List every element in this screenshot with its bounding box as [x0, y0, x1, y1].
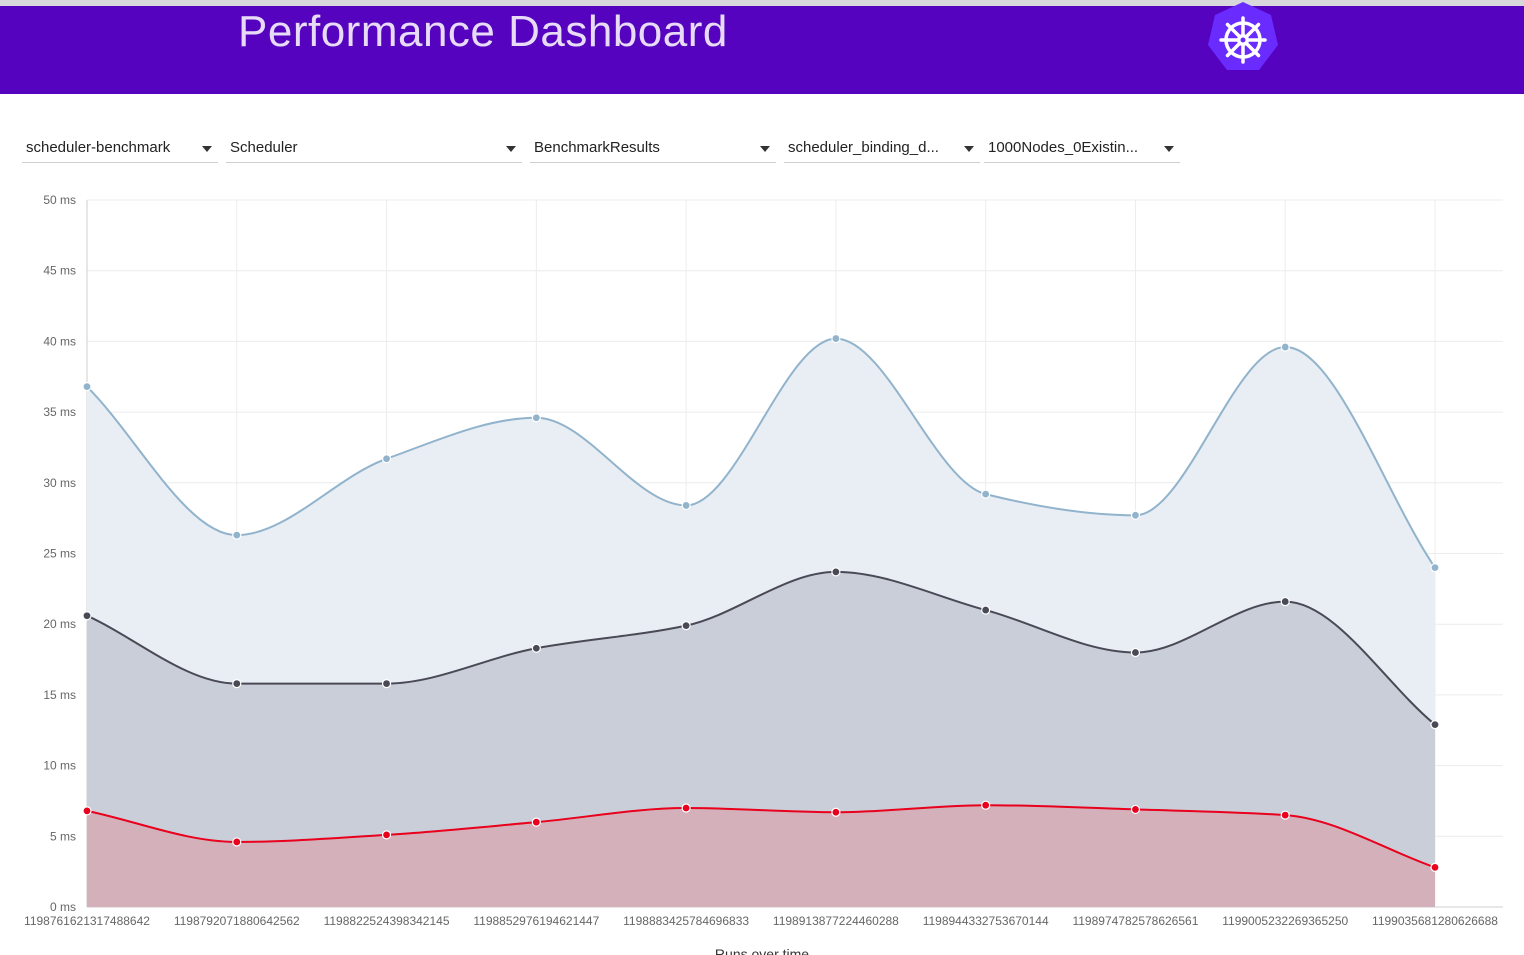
series-0-point [981, 489, 991, 499]
y-tick-label: 20 ms [43, 617, 76, 631]
x-axis-title: Runs over time [715, 946, 809, 955]
benchmark-select[interactable]: scheduler-benchmark [22, 134, 218, 163]
series-1-point [232, 678, 242, 689]
y-tick-label: 30 ms [43, 476, 76, 490]
series-1-point [82, 611, 92, 621]
results-select-value: BenchmarkResults [534, 139, 660, 156]
series-1-point [1280, 596, 1290, 607]
series-2-point [1130, 804, 1141, 815]
results-select[interactable]: BenchmarkResults [530, 134, 776, 163]
series-0-point [82, 382, 92, 392]
chevron-down-icon [964, 146, 974, 152]
benchmark-select-value: scheduler-benchmark [26, 139, 171, 156]
series-2-point [681, 803, 691, 813]
x-tick-label: 1198852976194621447 [473, 914, 599, 928]
series-2-point [831, 807, 841, 817]
latency-chart: 0 ms 5 ms 10 ms 15 ms 20 ms 25 ms 30 ms 35 ms 40… [24, 193, 1503, 955]
y-tick-label: 35 ms [43, 405, 76, 419]
testcase-select[interactable]: 1000Nodes_0Existin... [984, 134, 1180, 163]
x-tick-label: 1198883425784696833 [623, 914, 749, 928]
x-tick-label: 1199005232269365250 [1222, 914, 1348, 928]
x-tick-label: 1198822524398342145 [324, 914, 450, 928]
y-tick-label: 50 ms [43, 193, 76, 207]
chevron-down-icon [760, 146, 770, 152]
series-1-point [531, 643, 541, 653]
x-tick-label: 1198792071880642562 [174, 914, 300, 928]
series-0-point [1430, 563, 1440, 573]
x-tick-label: 1198913877224460288 [773, 914, 899, 928]
y-tick-label: 0 ms [50, 900, 76, 914]
series-2-point [381, 830, 392, 840]
series-2-point [82, 806, 92, 816]
y-tick-label: 10 ms [43, 759, 76, 773]
series-0-point [831, 333, 841, 344]
series-0-point [531, 413, 541, 423]
series-2-point [1280, 810, 1290, 820]
y-tick-label: 5 ms [50, 829, 76, 843]
chevron-down-icon [202, 146, 212, 152]
series-0-point [1130, 510, 1141, 520]
series-0-point [1280, 342, 1290, 352]
testcase-select-value: 1000Nodes_0Existin... [988, 139, 1139, 156]
series-1-point [1430, 719, 1440, 730]
y-tick-label: 25 ms [43, 547, 76, 561]
series-2-point [232, 837, 242, 847]
header-bar: Performance Dashboard [0, 2, 1524, 94]
series-0-point [681, 500, 691, 511]
series-1-point [681, 621, 691, 631]
chevron-down-icon [1164, 146, 1174, 152]
component-select-value: Scheduler [230, 139, 298, 156]
series-2-point [981, 800, 991, 810]
y-tick-label: 40 ms [43, 334, 76, 348]
series-1-point [981, 605, 991, 615]
series-1-point [1130, 647, 1141, 658]
component-select[interactable]: Scheduler [226, 134, 522, 163]
x-tick-label: 1198761621317488642 [24, 914, 150, 928]
series-2-point [1430, 862, 1440, 873]
series-0-point [232, 530, 242, 540]
chevron-down-icon [506, 146, 516, 152]
y-tick-label: 45 ms [43, 264, 76, 278]
x-tick-label: 1199035681280626688 [1372, 914, 1498, 928]
page-title: Performance Dashboard [238, 7, 728, 56]
series-1-point [381, 678, 392, 689]
y-tick-label: 15 ms [43, 688, 76, 702]
kubernetes-helm-icon [1208, 2, 1278, 70]
metric-select-value: scheduler_binding_d... [788, 139, 939, 156]
x-tick-label: 1198944332753670144 [923, 914, 1049, 928]
series-2-point [531, 817, 541, 827]
series-0-point [381, 454, 392, 464]
metric-select[interactable]: scheduler_binding_d... [784, 134, 980, 163]
series-1-point [831, 567, 841, 577]
x-tick-label: 1198974782578626561 [1072, 914, 1198, 928]
